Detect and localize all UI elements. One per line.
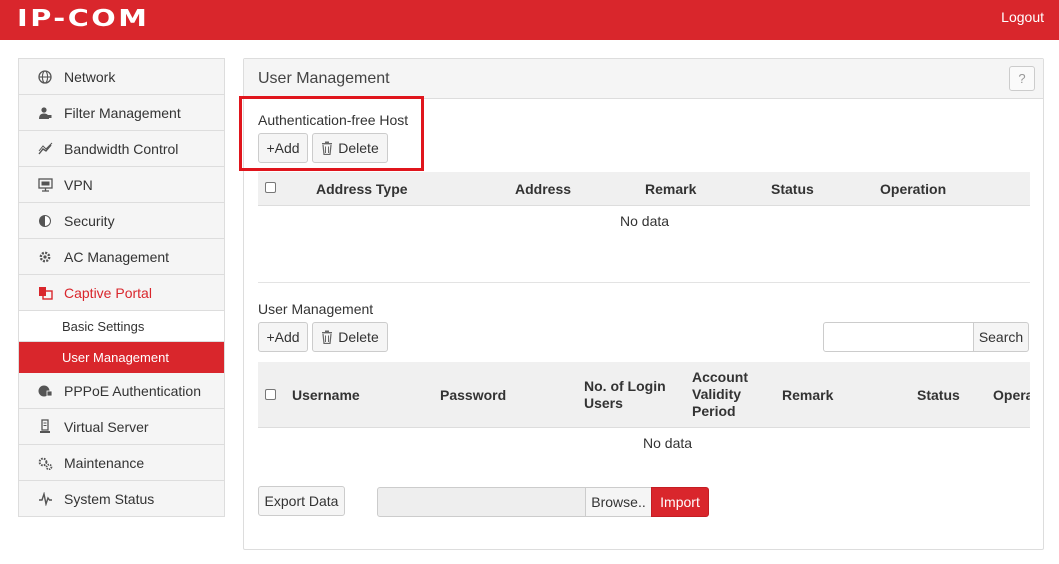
- column-header: Status: [771, 181, 814, 197]
- sidebar-item-system-status[interactable]: System Status: [19, 481, 224, 517]
- sidebar-nav: Network Filter Management Bandwidth Cont…: [18, 58, 225, 517]
- search-button[interactable]: Search: [973, 322, 1029, 352]
- sidebar-item-label: PPPoE Authentication: [64, 382, 201, 399]
- delete-label: Delete: [338, 140, 379, 156]
- auth-free-delete-button[interactable]: Delete: [312, 133, 388, 163]
- sidebar-item-captive-portal[interactable]: Captive Portal: [19, 275, 224, 311]
- globe-icon: [37, 69, 53, 85]
- browse-button[interactable]: Browse..: [585, 487, 652, 517]
- sidebar-item-label: Maintenance: [64, 454, 145, 471]
- column-header: Opera: [993, 387, 1030, 403]
- sidebar-item-virtual-server[interactable]: Virtual Server: [19, 409, 224, 445]
- import-file-field[interactable]: [377, 487, 586, 517]
- column-header: Account Validity Period: [692, 369, 748, 419]
- monitor-icon: [37, 177, 53, 193]
- sidebar-item-label: Security: [64, 212, 115, 229]
- sidebar-item-label: AC Management: [64, 248, 170, 265]
- user-select-all-checkbox[interactable]: [265, 389, 276, 400]
- sidebar-item-bandwidth-control[interactable]: Bandwidth Control: [19, 131, 224, 167]
- column-header: Operation: [880, 181, 947, 197]
- search-input[interactable]: [823, 322, 974, 352]
- auth-free-add-button[interactable]: +Add: [258, 133, 308, 163]
- gear-icon: [37, 249, 53, 265]
- panel-header: User Management ?: [244, 59, 1043, 99]
- column-header: Remark: [782, 387, 834, 403]
- sidebar-subitem-label: User Management: [62, 349, 169, 365]
- globe-lock-icon: [37, 383, 53, 399]
- export-data-button[interactable]: Export Data: [258, 486, 345, 516]
- user-filter-icon: [37, 105, 53, 121]
- sidebar-item-pppoe-authentication[interactable]: PPPoE Authentication: [19, 373, 224, 409]
- pulse-icon: [37, 491, 53, 507]
- sidebar-item-label: Virtual Server: [64, 418, 149, 435]
- user-add-button[interactable]: +Add: [258, 322, 308, 352]
- sidebar-item-label: Bandwidth Control: [64, 140, 179, 157]
- sidebar-item-label: Captive Portal: [64, 284, 152, 301]
- server-icon: [37, 419, 53, 435]
- column-header: Remark: [645, 181, 697, 197]
- gears-icon: [37, 455, 53, 471]
- sidebar-item-ac-management[interactable]: AC Management: [19, 239, 224, 275]
- column-header: Address Type: [316, 181, 408, 197]
- sidebar-subitem-label: Basic Settings: [62, 318, 145, 334]
- column-header: Password: [440, 387, 507, 403]
- import-button[interactable]: Import: [651, 487, 709, 517]
- sidebar-subitem-basic-settings[interactable]: Basic Settings: [19, 311, 224, 342]
- sidebar-item-label: VPN: [64, 176, 93, 193]
- column-header: Status: [917, 387, 960, 403]
- trash-icon: [321, 330, 333, 344]
- trash-icon: [321, 141, 333, 155]
- sidebar-item-maintenance[interactable]: Maintenance: [19, 445, 224, 481]
- top-bar: IP-COM Logout: [0, 0, 1059, 40]
- column-header: Address: [515, 181, 572, 197]
- logout-link[interactable]: Logout: [1001, 9, 1044, 25]
- auth-free-host-label: Authentication-free Host: [258, 112, 409, 128]
- auth-free-select-all-checkbox[interactable]: [265, 182, 276, 193]
- sidebar-item-label: System Status: [64, 490, 155, 507]
- sidebar-item-security[interactable]: Security: [19, 203, 224, 239]
- delete-label: Delete: [338, 329, 379, 345]
- chart-line-icon: [37, 141, 53, 157]
- column-header: No. of Login Users: [584, 378, 666, 411]
- portal-icon: [37, 285, 53, 301]
- sidebar-item-vpn[interactable]: VPN: [19, 167, 224, 203]
- sidebar-item-network[interactable]: Network: [19, 59, 224, 95]
- page-title: User Management: [258, 70, 390, 87]
- user-delete-button[interactable]: Delete: [312, 322, 388, 352]
- auth-free-empty-message: No data: [620, 213, 670, 229]
- user-empty-message: No data: [643, 435, 693, 451]
- column-header: Username: [292, 387, 360, 403]
- section-divider: [258, 282, 1030, 283]
- sidebar-item-label: Filter Management: [64, 104, 181, 121]
- sidebar-item-label: Network: [64, 68, 116, 85]
- help-button[interactable]: ?: [1009, 66, 1035, 91]
- sidebar-item-filter-management[interactable]: Filter Management: [19, 95, 224, 131]
- sidebar-subitem-user-management[interactable]: User Management: [19, 342, 224, 373]
- brand-logo: IP-COM: [17, 6, 150, 32]
- user-management-label: User Management: [258, 301, 374, 317]
- shield-icon: [37, 213, 53, 229]
